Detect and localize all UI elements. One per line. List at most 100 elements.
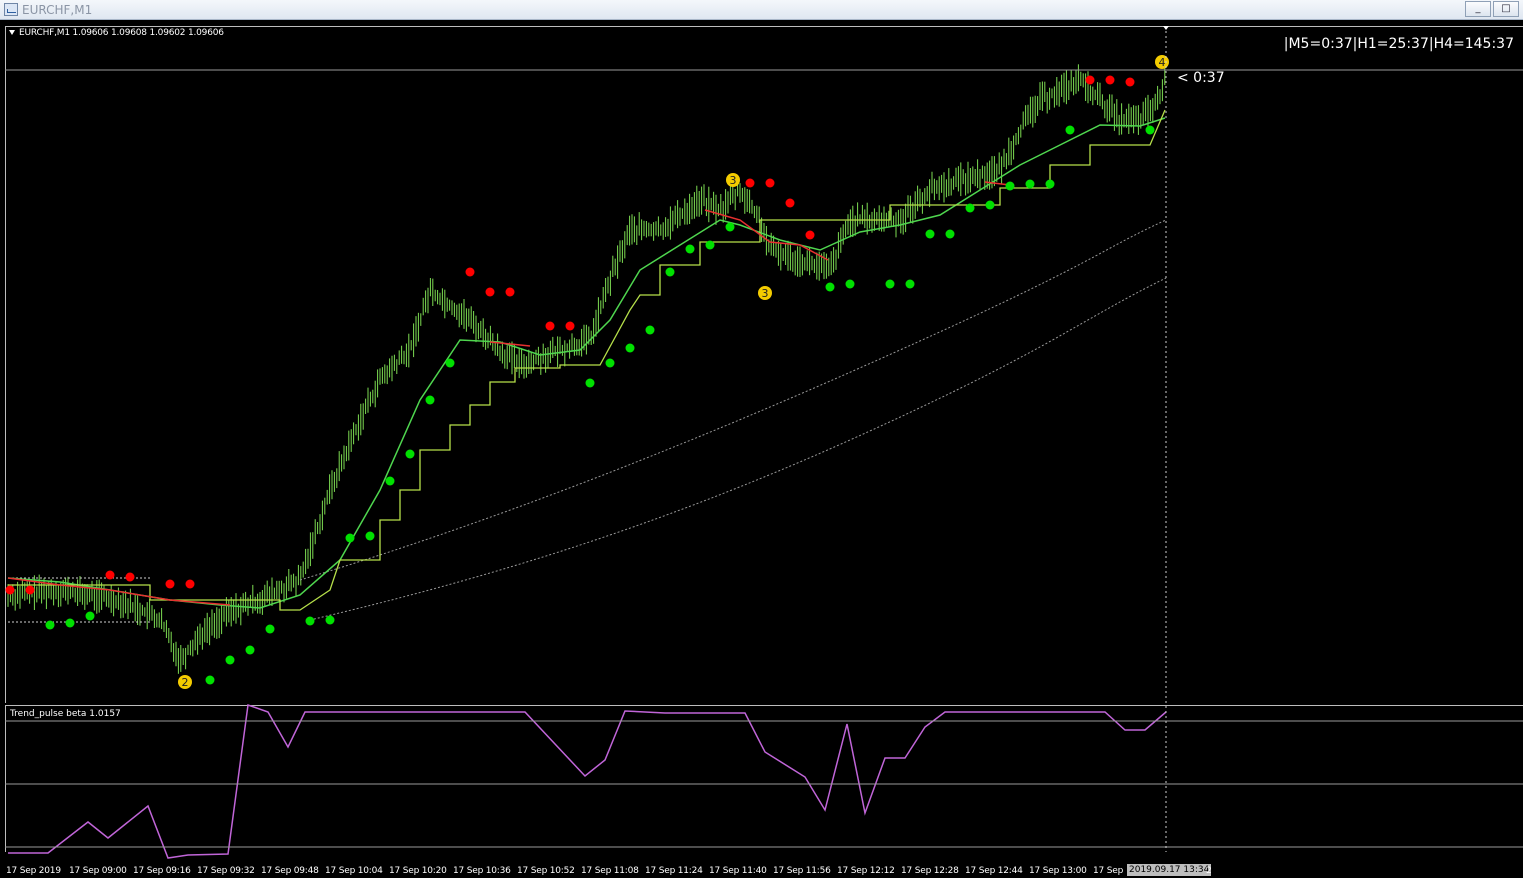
- sell-dot: [505, 287, 515, 297]
- maximize-button[interactable]: □: [1493, 1, 1519, 17]
- time-tick-label: 17 Sep 11:24: [645, 866, 703, 876]
- buy-dot: [385, 476, 395, 486]
- minimize-button[interactable]: _: [1465, 1, 1491, 17]
- buy-dot: [885, 279, 895, 289]
- time-tick-label: 17 Sep 13:00: [1029, 866, 1087, 876]
- window-controls: _ □: [1465, 1, 1519, 17]
- moving-average-line: [7, 117, 1166, 609]
- time-tick-label: 17 Sep 09:00: [69, 866, 127, 876]
- buy-dot: [365, 531, 375, 541]
- symbol-ohlc: EURCHF,M1 1.09606 1.09608 1.09602 1.0960…: [19, 28, 224, 38]
- chart-window-icon: [4, 3, 18, 16]
- sell-dot: [1085, 75, 1095, 85]
- buy-dot: [265, 624, 275, 634]
- lower-envelope: [309, 277, 1167, 621]
- buy-dot: [45, 620, 55, 630]
- sell-dot: [565, 321, 575, 331]
- buy-dot: [585, 378, 595, 388]
- time-tick-label: 17 Sep 10:20: [389, 866, 447, 876]
- buy-dot: [205, 675, 215, 685]
- buy-dot: [925, 229, 935, 239]
- buy-dot: [945, 229, 955, 239]
- sell-dot: [25, 585, 35, 595]
- buy-dot: [305, 616, 315, 626]
- sell-dot: [1105, 75, 1115, 85]
- buy-dot: [665, 267, 675, 277]
- buy-dot: [605, 358, 615, 368]
- sell-dot: [465, 267, 475, 277]
- cursor-time-suffix: 2: [1206, 866, 1212, 876]
- wave-label-text: 3: [730, 174, 737, 187]
- indicator-lines: [7, 109, 1166, 611]
- buy-dot: [725, 222, 735, 232]
- buy-dot: [325, 615, 335, 625]
- time-tick-label: 17 Sep 09:16: [133, 866, 191, 876]
- time-tick-label: 17 Sep 09:48: [261, 866, 319, 876]
- sell-dot: [805, 230, 815, 240]
- time-tick-label: 17 Sep 12:12: [837, 866, 895, 876]
- buy-dot: [425, 395, 435, 405]
- time-tick-label: 17 Sep: [1093, 866, 1124, 876]
- time-tick-label: 17 Sep 11:08: [581, 866, 639, 876]
- buy-dot: [1145, 125, 1155, 135]
- sell-dot: [545, 321, 555, 331]
- buy-dot: [65, 618, 75, 628]
- wave-label-text: 4: [1159, 56, 1166, 69]
- sell-dot: [485, 287, 495, 297]
- window-title: EURCHF,M1: [22, 3, 93, 17]
- buy-dot: [905, 279, 915, 289]
- bar-countdown: < 0:37: [1177, 70, 1225, 86]
- envelope-lines: [8, 219, 1167, 623]
- chart-area[interactable]: 2 3 3 4 EURCHF,M1 1.09606 1.09608 1.09602 1…: [0, 20, 1523, 878]
- shift-marker-icon: [1163, 26, 1169, 30]
- sell-dot: [185, 579, 195, 589]
- cursor-time-label: 2019.09.17 13:34: [1127, 864, 1212, 876]
- buy-dot: [705, 240, 715, 250]
- buy-dot: [405, 449, 415, 459]
- time-tick-label: 17 Sep 10:52: [517, 866, 575, 876]
- chart-canvas[interactable]: 2 3 3 4: [0, 20, 1523, 878]
- buy-dot: [825, 282, 835, 292]
- buy-dot: [1025, 179, 1035, 189]
- buy-dot: [965, 203, 975, 213]
- oscillator: [8, 703, 1167, 859]
- buy-dot: [85, 611, 95, 621]
- trend-pulse-line: [8, 703, 1167, 859]
- trend-step-line: [8, 109, 1166, 611]
- wave-labels: 2 3 3 4: [178, 55, 1169, 689]
- sell-dot: [1125, 77, 1135, 87]
- time-tick-label: 17 Sep 10:04: [325, 866, 383, 876]
- time-tick-label: 17 Sep 10:36: [453, 866, 511, 876]
- time-axis: 17 Sep 2019 17 Sep 09:00 17 Sep 09:16 17 Se…: [0, 858, 1523, 878]
- time-tick-label: 17 Sep 09:32: [197, 866, 255, 876]
- collapse-triangle-icon[interactable]: [9, 30, 15, 35]
- buy-dot: [1045, 179, 1055, 189]
- sell-dot: [765, 178, 775, 188]
- time-tick-label: 17 Sep 11:40: [709, 866, 767, 876]
- buy-dot: [845, 279, 855, 289]
- sell-dot: [165, 579, 175, 589]
- wave-label-text: 3: [762, 287, 769, 300]
- buy-dot: [345, 533, 355, 543]
- sell-dot: [745, 178, 755, 188]
- sell-dot: [5, 585, 15, 595]
- buy-dot: [245, 645, 255, 655]
- buy-dot: [645, 325, 655, 335]
- wave-label-text: 2: [182, 676, 189, 689]
- buy-dot: [445, 358, 455, 368]
- candles: [7, 58, 1166, 674]
- sell-dot: [125, 572, 135, 582]
- time-tick-label: 17 Sep 12:44: [965, 866, 1023, 876]
- indicator-label: Trend_pulse beta 1.0157: [10, 709, 121, 719]
- buy-dot: [685, 244, 695, 254]
- buy-dot: [225, 655, 235, 665]
- window-titlebar: EURCHF,M1 _ □: [0, 0, 1523, 20]
- time-tick-label: 17 Sep 12:28: [901, 866, 959, 876]
- buy-dot: [985, 200, 995, 210]
- time-tick-label: 17 Sep 11:56: [773, 866, 831, 876]
- sell-dot: [785, 198, 795, 208]
- buy-dot: [1065, 125, 1075, 135]
- symbol-info: EURCHF,M1 1.09606 1.09608 1.09602 1.0960…: [9, 28, 224, 38]
- buy-dot: [1005, 181, 1015, 191]
- time-tick-label: 17 Sep 2019: [6, 866, 61, 876]
